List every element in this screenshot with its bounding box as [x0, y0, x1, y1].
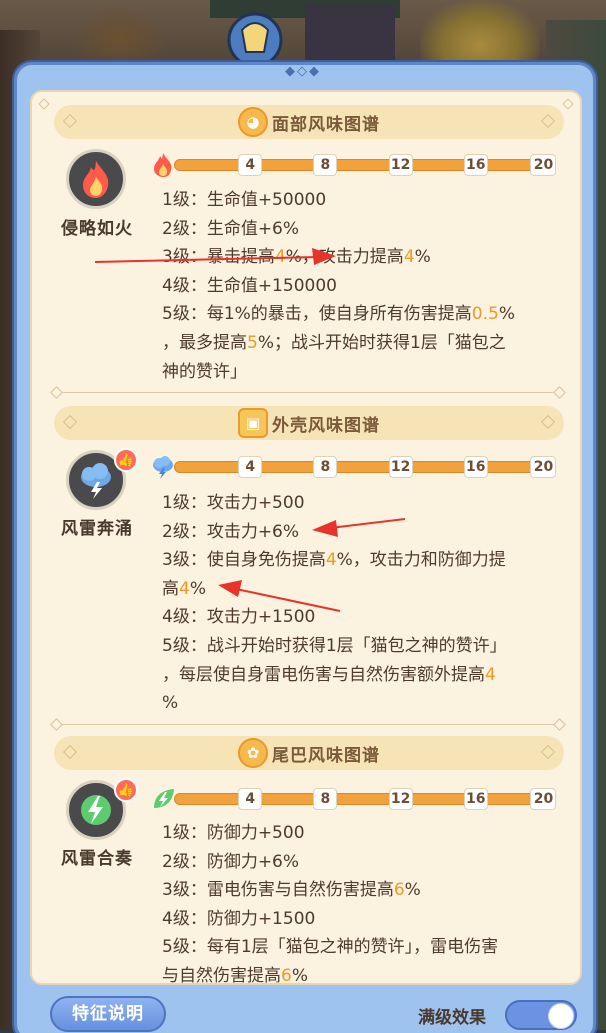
level-line-1: 1级：防御力+500	[162, 823, 305, 843]
max-level-effect-label: 满级效果	[418, 1008, 486, 1028]
storm-cloud-icon	[153, 456, 173, 479]
tick-label: 16	[463, 154, 488, 176]
level-line-4: 4级：攻击力+1500	[162, 607, 316, 628]
toggle-knob	[548, 1003, 574, 1029]
level-line-2: 2级：防御力+6%	[162, 851, 300, 872]
emblem-name: 侵略如火	[61, 219, 133, 239]
level-line-1: 1级：生命值+50000	[162, 190, 327, 210]
panel-content[interactable]: ◕ 面部风味图谱 侵略如火 4 8 12 16 20 1级：生命值+50000 …	[30, 90, 582, 985]
section-divider	[62, 724, 554, 725]
diamond-ornament	[540, 113, 556, 129]
tick-label: 4	[238, 154, 263, 176]
emblem-name: 风雷合奏	[61, 849, 133, 869]
level-list: 1级：生命值+50000 2级：生命值+6% 3级：暴击提高4%，攻击力提高4%…	[162, 186, 572, 386]
tick-label: 20	[530, 788, 557, 810]
level-progress-bar: 4 8 12 16 20	[150, 784, 560, 814]
diamond-ornament	[62, 113, 78, 129]
level-line-5: 5级：每有1层「猫包之神的赞许」，雷电伤害	[162, 937, 499, 958]
level-line-1: 1级：攻击力+500	[162, 493, 305, 513]
flame-icon	[154, 153, 172, 177]
background-plant-right	[420, 0, 540, 65]
emblem-name: 风雷奔涌	[61, 519, 133, 539]
level-line-5: 5级：每1%的暴击，使自身所有伤害提高0.5%	[162, 304, 515, 325]
cat-face-icon: ◕	[238, 107, 268, 137]
level-line-5-cont: %	[162, 693, 179, 714]
level-line-4: 4级：生命值+150000	[162, 275, 337, 296]
thumbs-up-icon: 👍	[114, 778, 138, 802]
level-list: 1级：攻击力+500 2级：攻击力+6% 3级：使自身免伤提高4%，攻击力和防御…	[162, 489, 572, 718]
level-line-5-cont: 神的赞许」	[162, 361, 247, 382]
top-character-ornament	[210, 0, 400, 70]
diamond-ornament	[62, 414, 78, 430]
progress-track: 4 8 12 16 20	[174, 456, 557, 478]
storm-cloud-icon	[81, 463, 111, 499]
level-progress-bar: 4 8 12 16 20	[150, 150, 560, 180]
tick-label: 20	[530, 456, 557, 478]
panel-ornament-icon: ◆◇◆	[285, 64, 321, 79]
max-level-effect-toggle[interactable]	[505, 1000, 577, 1030]
tick-label: 12	[388, 788, 413, 810]
level-progress-bar: 4 8 12 16 20	[150, 452, 560, 482]
corner-ornament	[38, 98, 50, 110]
level-line-3: 3级：使自身免伤提高4%，攻击力和防御力提	[162, 550, 506, 571]
tick-label: 4	[238, 788, 263, 810]
thumbs-up-icon: 👍	[114, 448, 138, 472]
level-list: 1级：防御力+500 2级：防御力+6% 3级：雷电伤害与自然伤害提高6% 4级…	[162, 819, 572, 985]
diamond-ornament	[540, 414, 556, 430]
tick-label: 12	[388, 154, 413, 176]
level-line-5-cont: ，每层使自身雷电伤害与自然伤害额外提高4	[162, 664, 496, 685]
section-header-shell: ▣ 外壳风味图谱	[54, 406, 564, 440]
flame-icon	[83, 161, 109, 198]
tick-label: 8	[313, 456, 338, 478]
section-header-face: ◕ 面部风味图谱	[54, 105, 564, 139]
level-line-5-cont: 与自然伤害提高6%	[162, 965, 308, 985]
section-title: 面部风味图谱	[272, 114, 380, 135]
feature-description-button[interactable]: 特征说明	[50, 996, 166, 1032]
section-divider	[62, 392, 554, 393]
progress-track: 4 8 12 16 20	[174, 788, 557, 810]
emblem-invade-like-fire[interactable]	[66, 149, 126, 209]
shell-box-icon: ▣	[238, 408, 268, 438]
section-title: 外壳风味图谱	[272, 415, 380, 436]
tick-label: 8	[313, 788, 338, 810]
section-header-tail: ✿ 尾巴风味图谱	[54, 736, 564, 770]
level-line-2: 2级：生命值+6%	[162, 218, 300, 239]
tick-label: 16	[463, 456, 488, 478]
corner-ornament	[562, 98, 574, 110]
diamond-ornament	[62, 744, 78, 760]
leaf-icon	[154, 789, 174, 808]
background-plant-left	[70, 5, 170, 60]
level-line-3: 3级：暴击提高4%，攻击力提高4%	[162, 247, 431, 268]
tail-icon: ✿	[238, 738, 268, 768]
tick-label: 20	[530, 154, 557, 176]
tick-label: 16	[463, 788, 488, 810]
level-line-4: 4级：防御力+1500	[162, 908, 316, 929]
level-line-3: 3级：雷电伤害与自然伤害提高6%	[162, 880, 421, 901]
level-line-5: 5级：战斗开始时获得1层「猫包之神的赞许」	[162, 635, 507, 656]
progress-track: 4 8 12 16 20	[174, 154, 557, 176]
tick-label: 12	[388, 456, 413, 478]
tick-label: 8	[313, 154, 338, 176]
tick-label: 4	[238, 456, 263, 478]
section-title: 尾巴风味图谱	[272, 745, 380, 766]
diamond-ornament	[540, 744, 556, 760]
level-line-3-cont: 高4%	[162, 578, 206, 599]
level-line-5-cont: ，最多提高5%；战斗开始时获得1层「猫包之	[162, 332, 506, 353]
level-line-2: 2级：攻击力+6%	[162, 521, 300, 542]
lightning-leaf-icon	[81, 795, 111, 825]
